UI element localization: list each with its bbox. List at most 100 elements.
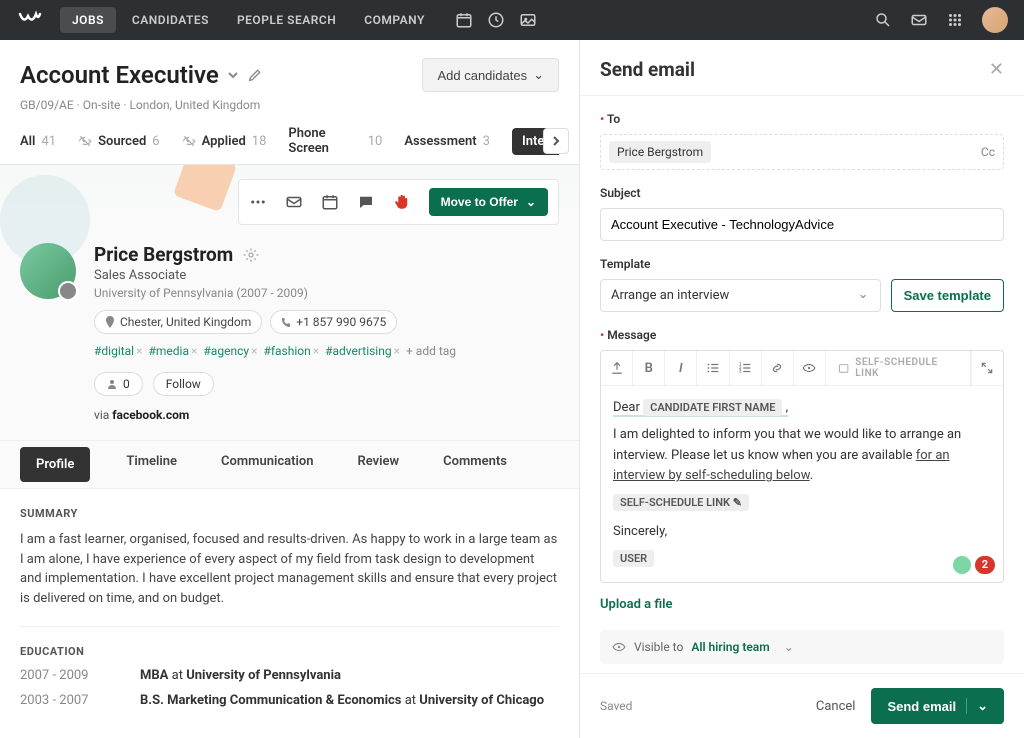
editor-body[interactable]: Dear CANDIDATE FIRST NAME , I am delight… — [601, 386, 1003, 582]
tag[interactable]: #digital× — [94, 344, 143, 358]
eye-off-icon — [78, 134, 92, 148]
phone-pill[interactable]: +1 857 990 9675 — [270, 310, 397, 334]
expand-button[interactable] — [971, 351, 1003, 385]
upload-icon[interactable] — [601, 351, 633, 385]
stage-applied[interactable]: Applied18 — [182, 134, 267, 149]
logo[interactable] — [16, 6, 44, 34]
to-field[interactable]: Price Bergstrom Cc — [600, 134, 1004, 170]
remove-tag-icon[interactable]: × — [136, 344, 142, 358]
user-avatar[interactable] — [982, 7, 1008, 33]
move-to-offer-button[interactable]: Move to Offer⌄ — [429, 188, 548, 216]
self-schedule-token[interactable]: SELF-SCHEDULE LINK ✎ — [613, 494, 749, 511]
eye-icon — [612, 640, 626, 654]
chevron-down-icon: ⌄ — [526, 195, 536, 209]
cancel-button[interactable]: Cancel — [800, 691, 872, 722]
bulb-icon[interactable] — [953, 556, 971, 574]
save-template-button[interactable]: Save template — [891, 279, 1004, 312]
saved-status: Saved — [600, 699, 632, 713]
gear-icon[interactable] — [243, 247, 259, 263]
education-section: EDUCATION 2007 - 2009 MBA at University … — [0, 627, 579, 733]
candidate-avatar[interactable] — [20, 243, 76, 299]
tab-communication[interactable]: Communication — [213, 441, 321, 488]
search-icon[interactable] — [874, 11, 892, 29]
recipient-chip[interactable]: Price Bergstrom — [609, 141, 711, 163]
scroll-right-button[interactable] — [543, 128, 569, 154]
stage-phone[interactable]: Phone Screen10 — [288, 126, 382, 156]
follow-button[interactable]: Follow — [153, 372, 214, 396]
tab-profile[interactable]: Profile — [20, 447, 90, 482]
nav-jobs[interactable]: JOBS — [60, 7, 116, 33]
subject-label: Subject — [600, 186, 1004, 200]
italic-button[interactable]: I — [665, 351, 697, 385]
job-meta: GB/09/AE · On-site · London, United King… — [20, 98, 559, 112]
link-button[interactable] — [762, 351, 794, 385]
nav-candidates[interactable]: CANDIDATES — [120, 7, 221, 33]
chat-icon[interactable] — [357, 193, 375, 211]
template-select[interactable]: Arrange an interview — [600, 279, 881, 312]
subject-input[interactable] — [600, 208, 1004, 241]
remove-tag-icon[interactable]: × — [313, 344, 319, 358]
visibility-row[interactable]: Visible to All hiring team ⌄ — [600, 630, 1004, 664]
eye-button[interactable] — [794, 351, 826, 385]
message-editor: B I 123 SELF-SCHEDULE LINK Dear CANDIDAT… — [600, 350, 1004, 583]
user-token[interactable]: USER — [613, 550, 654, 567]
ol-button[interactable]: 123 — [730, 351, 762, 385]
chevron-down-icon: ⌄ — [533, 67, 544, 83]
tab-timeline[interactable]: Timeline — [118, 441, 185, 488]
nav-people-search[interactable]: PEOPLE SEARCH — [225, 7, 348, 33]
education-heading: EDUCATION — [20, 645, 559, 658]
tab-review[interactable]: Review — [349, 441, 407, 488]
logo-icon — [18, 10, 42, 30]
hand-icon[interactable] — [393, 193, 411, 211]
ul-button[interactable] — [697, 351, 729, 385]
location-pill[interactable]: Chester, United Kingdom — [94, 310, 262, 334]
tag[interactable]: #advertising× — [325, 344, 400, 358]
tag[interactable]: #agency× — [203, 344, 257, 358]
bold-button[interactable]: B — [633, 351, 665, 385]
message-label: Message — [600, 328, 1004, 342]
phone-icon — [281, 317, 291, 327]
summary-text: I am a fast learner, organised, focused … — [20, 530, 559, 608]
calendar-icon[interactable] — [321, 193, 339, 211]
remove-tag-icon[interactable]: × — [251, 344, 257, 358]
chevron-down-icon: ⌄ — [966, 698, 988, 714]
stage-assessment[interactable]: Assessment3 — [404, 134, 490, 149]
remove-tag-icon[interactable]: × — [191, 344, 197, 358]
nav-right-icons — [874, 7, 1008, 33]
apps-icon[interactable] — [946, 11, 964, 29]
chevron-down-icon[interactable] — [227, 69, 239, 81]
remove-tag-icon[interactable]: × — [394, 344, 400, 358]
calendar-icon — [838, 362, 849, 374]
clock-icon[interactable] — [487, 11, 505, 29]
add-candidates-button[interactable]: Add candidates⌄ — [422, 58, 559, 92]
name-token[interactable]: CANDIDATE FIRST NAME — [643, 399, 782, 416]
to-label: To — [600, 112, 1004, 126]
stage-all[interactable]: All41 — [20, 134, 56, 149]
calendar-icon[interactable] — [455, 11, 473, 29]
more-icon[interactable] — [249, 193, 267, 211]
tag[interactable]: #fashion× — [263, 344, 319, 358]
pin-icon — [105, 316, 115, 328]
stage-sourced[interactable]: Sourced6 — [78, 134, 160, 149]
tag[interactable]: #media× — [149, 344, 198, 358]
education-row: 2003 - 2007 B.S. Marketing Communication… — [20, 693, 559, 708]
mail-icon[interactable] — [910, 11, 928, 29]
tab-comments[interactable]: Comments — [435, 441, 515, 488]
main-content: Account Executive Add candidates⌄ GB/09/… — [0, 40, 580, 738]
image-icon[interactable] — [519, 11, 537, 29]
upload-file-link[interactable]: Upload a file — [600, 597, 1004, 612]
template-label: Template — [600, 257, 1004, 271]
self-schedule-button[interactable]: SELF-SCHEDULE LINK — [826, 351, 971, 385]
send-email-button[interactable]: Send email⌄ — [871, 688, 1004, 724]
nav-company[interactable]: COMPANY — [352, 7, 437, 33]
add-tag-button[interactable]: + add tag — [406, 344, 456, 358]
cc-button[interactable]: Cc — [981, 145, 995, 159]
nav-links: JOBS CANDIDATES PEOPLE SEARCH COMPANY — [60, 7, 437, 33]
mail-icon[interactable] — [285, 193, 303, 211]
notification-badge[interactable]: 2 — [975, 556, 995, 574]
edit-icon[interactable] — [247, 67, 263, 83]
followers-count[interactable]: 0 — [94, 372, 143, 396]
panel-title: Send email — [600, 58, 695, 81]
source-via: via facebook.com — [94, 408, 559, 422]
close-icon[interactable]: ✕ — [989, 59, 1004, 80]
